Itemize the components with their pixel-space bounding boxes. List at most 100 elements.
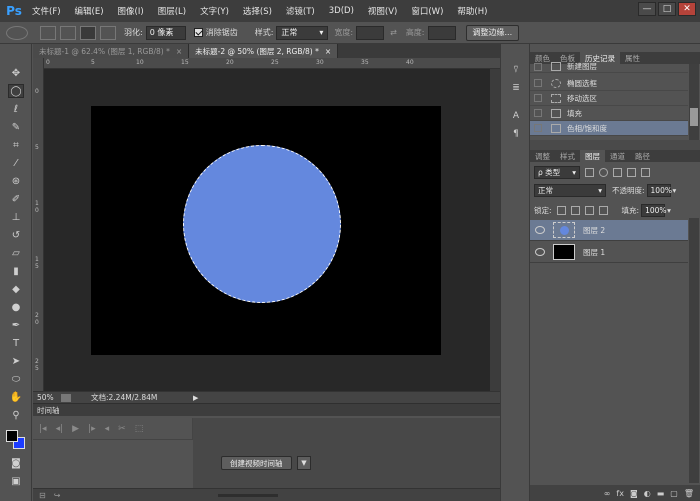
tab-adjustments[interactable]: 调整 — [530, 150, 555, 162]
lock-pixels-icon[interactable] — [570, 206, 580, 215]
paragraph-panel-icon[interactable]: ¶ — [509, 128, 523, 140]
audio-icon[interactable]: ◂ — [105, 424, 110, 434]
play-icon[interactable]: ▶ — [72, 424, 79, 434]
chevron-down-icon[interactable]: ▾ — [673, 186, 677, 195]
intersect-selection-icon[interactable] — [100, 25, 116, 40]
split-scissors-icon[interactable]: ✂ — [118, 424, 126, 434]
eraser-tool-icon[interactable]: ▱ — [8, 246, 24, 260]
tab-channels[interactable]: 通道 — [605, 150, 630, 162]
doc-tab-2[interactable]: 未标题-2 @ 50% (图层 2, RGB/8) * × — [189, 44, 339, 58]
status-info-icon[interactable] — [61, 393, 71, 402]
menu-layer[interactable]: 图层(L) — [151, 5, 193, 17]
antialias-checkbox[interactable] — [193, 28, 203, 37]
add-mask-icon[interactable]: ◙ — [630, 489, 638, 498]
width-input[interactable] — [356, 25, 385, 40]
link-layers-icon[interactable]: ∞ — [604, 489, 611, 498]
history-scrollbar-thumb[interactable] — [690, 108, 698, 126]
history-scrollbar[interactable] — [689, 64, 699, 140]
character-panel-icon[interactable]: A — [509, 110, 523, 122]
history-item[interactable]: 填充 — [530, 106, 688, 121]
timeline-zoom-slider[interactable] — [218, 494, 278, 497]
adjustment-layer-icon[interactable]: ◐ — [644, 489, 651, 498]
go-first-frame-icon[interactable]: |◂ — [39, 424, 47, 434]
filter-smart-object-icon[interactable] — [641, 168, 650, 177]
quick-mask-icon[interactable]: ◙ — [8, 456, 24, 470]
elliptical-marquee-tool-icon[interactable]: ◯ — [8, 84, 24, 98]
history-snapshot-checkbox[interactable] — [534, 94, 542, 102]
visibility-eye-icon[interactable] — [535, 226, 545, 234]
history-item[interactable]: 新建图层 — [530, 61, 688, 73]
filter-adjustment-icon[interactable] — [599, 168, 608, 177]
prev-frame-icon[interactable]: ◂| — [56, 424, 64, 434]
trash-icon[interactable]: 🗑 — [684, 489, 694, 498]
history-snapshot-checkbox[interactable] — [534, 79, 542, 87]
hand-tool-icon[interactable]: ✋ — [8, 390, 24, 404]
brush-tool-icon[interactable]: ✐ — [8, 192, 24, 206]
foreground-color-swatch[interactable] — [6, 430, 18, 442]
add-selection-icon[interactable] — [60, 25, 76, 40]
layer-row-2[interactable]: 图层 2 — [530, 220, 688, 241]
layer-row-1[interactable]: 图层 1 — [530, 242, 688, 263]
style-select[interactable]: 正常 ▾ — [276, 25, 329, 40]
transition-icon[interactable]: ⬚ — [135, 424, 144, 434]
new-group-icon[interactable]: ▬ — [657, 489, 665, 498]
menu-edit[interactable]: 编辑(E) — [68, 5, 111, 17]
menu-view[interactable]: 视图(V) — [361, 5, 404, 17]
tab-close-icon[interactable]: × — [325, 47, 331, 56]
quick-select-tool-icon[interactable]: ✎ — [8, 120, 24, 134]
menu-select[interactable]: 选择(S) — [236, 5, 279, 17]
subtract-selection-icon[interactable] — [80, 25, 96, 40]
zoom-tool-icon[interactable]: ⚲ — [8, 408, 24, 422]
close-button[interactable]: ✕ — [678, 2, 696, 16]
lock-transparent-icon[interactable] — [556, 206, 566, 215]
zoom-level[interactable]: 50% — [33, 393, 61, 402]
gradient-tool-icon[interactable]: ▮ — [8, 264, 24, 278]
clone-stamp-tool-icon[interactable]: ⊥ — [8, 210, 24, 224]
tab-close-icon[interactable]: × — [176, 47, 182, 56]
history-snapshot-checkbox[interactable] — [534, 62, 542, 71]
menu-3d[interactable]: 3D(D) — [322, 6, 361, 16]
menu-help[interactable]: 帮助(H) — [450, 5, 494, 17]
filter-pixel-icon[interactable] — [585, 168, 594, 177]
tab-layers[interactable]: 图层 — [580, 150, 605, 162]
status-menu-arrow-icon[interactable]: ▶ — [193, 394, 198, 402]
history-item-selected[interactable]: 色相/饱和度 — [530, 121, 688, 136]
menu-type[interactable]: 文字(Y) — [193, 5, 236, 17]
blur-tool-icon[interactable]: ◆ — [8, 282, 24, 296]
new-layer-icon[interactable]: ▢ — [670, 489, 678, 498]
properties-panel-icon[interactable]: ≣ — [509, 82, 523, 94]
layer-filter-select[interactable]: ρ 类型 ▾ — [534, 166, 580, 179]
dodge-tool-icon[interactable]: ● — [8, 300, 24, 314]
history-snapshot-checkbox[interactable] — [534, 124, 542, 132]
doc-tab-1[interactable]: 未标题-1 @ 62.4% (图层 1, RGB/8) * × — [33, 44, 190, 58]
minimize-button[interactable]: — — [638, 2, 656, 16]
circle-selection-shape[interactable] — [183, 145, 341, 303]
lock-position-icon[interactable] — [584, 206, 594, 215]
layer-style-fx-icon[interactable]: fx — [616, 489, 624, 498]
screen-mode-icon[interactable]: ▣ — [8, 474, 24, 488]
history-item[interactable]: 椭圆选框 — [530, 76, 688, 91]
maximize-button[interactable]: □ — [658, 2, 676, 16]
visibility-eye-icon[interactable] — [535, 248, 545, 256]
blend-mode-select[interactable]: 正常 ▾ — [534, 184, 606, 197]
tab-paths[interactable]: 路径 — [630, 150, 655, 162]
chevron-down-icon[interactable]: ▼ — [297, 456, 311, 470]
healing-brush-tool-icon[interactable]: ⊛ — [8, 174, 24, 188]
swap-icon[interactable]: ⇄ — [390, 28, 397, 37]
history-item[interactable]: 移动选区 — [530, 91, 688, 106]
filter-type-icon[interactable] — [613, 168, 622, 177]
timeline-title[interactable]: 时间轴 — [37, 405, 60, 416]
filter-shape-icon[interactable] — [627, 168, 636, 177]
opacity-input[interactable]: 100% — [646, 184, 672, 197]
timeline-foot-icon[interactable]: ⊟ — [39, 491, 46, 500]
path-select-tool-icon[interactable]: ➤ — [8, 354, 24, 368]
create-video-timeline-button[interactable]: 创建视频时间轴 — [221, 456, 292, 470]
feather-input[interactable]: 0 像素 — [145, 25, 186, 40]
history-panel-icon[interactable]: ⍢ — [509, 64, 523, 76]
lasso-tool-icon[interactable]: ℓ — [8, 102, 24, 116]
history-snapshot-checkbox[interactable] — [534, 109, 542, 117]
lock-all-icon[interactable] — [598, 206, 608, 215]
marquee-preset-icon[interactable] — [6, 25, 28, 40]
refine-edge-button[interactable]: 调整边缘... — [465, 24, 520, 41]
menu-filter[interactable]: 滤镜(T) — [279, 5, 322, 17]
